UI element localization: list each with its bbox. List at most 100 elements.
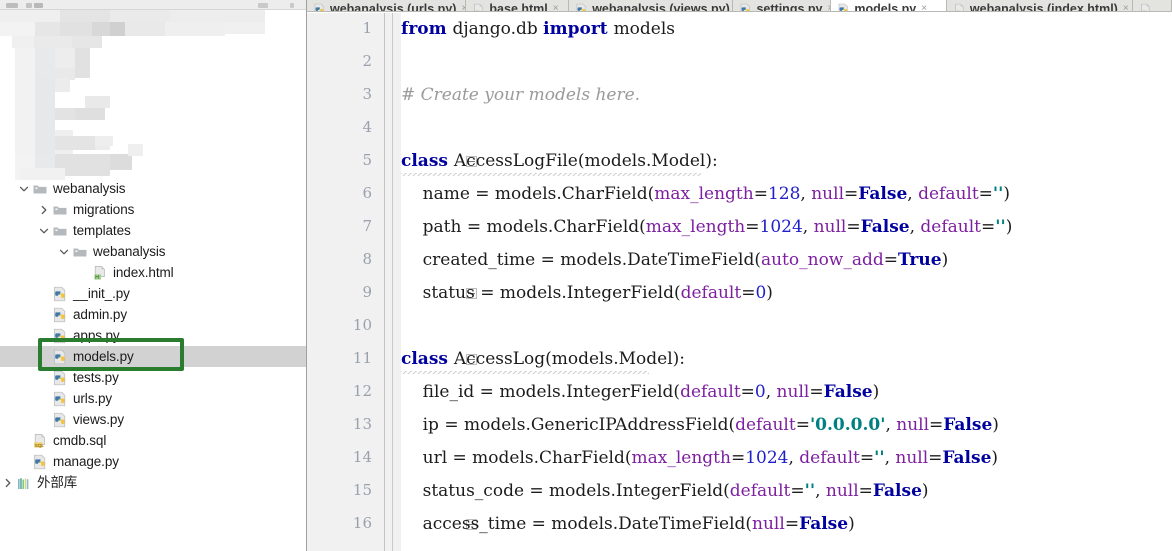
- tree-item-models-py[interactable]: models.py: [0, 346, 306, 367]
- blur-block: [55, 48, 75, 68]
- code-token: ,: [884, 448, 896, 468]
- tree-item-apps-py[interactable]: apps.py: [0, 325, 306, 346]
- tree-item-webanalysis[interactable]: webanalysis: [0, 178, 306, 199]
- tab-models-py[interactable]: models.py ×: [831, 0, 947, 12]
- folder-icon: [72, 244, 88, 260]
- tree-item-init-py[interactable]: __init_.py: [0, 283, 306, 304]
- blur-block: [34, 36, 72, 48]
- line-number: 15: [352, 481, 372, 499]
- code-line[interactable]: ip = models.GenericIPAddressField(defaul…: [401, 409, 999, 442]
- tree-item-urls-py[interactable]: urls.py: [0, 388, 306, 409]
- blur-block: [75, 108, 105, 120]
- toolbar-icon-2[interactable]: [26, 3, 32, 8]
- project-file-tree[interactable]: webanalysis migrations templates webanalysi…: [0, 178, 306, 493]
- code-token: max_length: [645, 217, 746, 237]
- code-token: # Create your models here.: [401, 85, 641, 105]
- code-token: =: [740, 382, 755, 402]
- line-number: 8: [362, 250, 372, 268]
- tab-views-py[interactable]: webanalysis (views.py)×: [569, 0, 734, 11]
- blur-block: [225, 22, 265, 34]
- tab-urls-py[interactable]: webanalysis (urls.py)×: [307, 0, 467, 11]
- toolbar-icon-5[interactable]: [290, 3, 294, 8]
- chevron-right-icon[interactable]: [2, 477, 14, 489]
- code-token: ): [1005, 217, 1013, 237]
- close-icon[interactable]: ×: [921, 3, 927, 12]
- sql-file-icon: SQL: [32, 433, 48, 449]
- code-line[interactable]: access_time = models.DateTimeField(null=…: [401, 508, 855, 541]
- code-token: null: [896, 415, 930, 435]
- tab-overflow[interactable]: H: [1133, 0, 1172, 11]
- close-icon[interactable]: ×: [1123, 3, 1129, 12]
- toolbar-icon-3[interactable]: [34, 3, 43, 8]
- code-text[interactable]: from django.db import models # Create you…: [401, 13, 1172, 551]
- tree-item-label: index.html: [113, 265, 174, 280]
- tree-item-migrations[interactable]: migrations: [0, 199, 306, 220]
- code-area[interactable]: 1 2 3 4 5 6 7 8 9 10 11 12 13 14 15 16 from django.db i…: [307, 13, 1172, 551]
- code-line[interactable]: url = models.CharField(max_length=1024, …: [401, 442, 998, 475]
- code-token: ,: [907, 184, 919, 204]
- code-line[interactable]: name = models.CharField(max_length=128, …: [401, 178, 1010, 211]
- code-line[interactable]: file_id = models.IntegerField(default=0,…: [401, 376, 880, 409]
- code-token: =: [790, 481, 805, 501]
- code-token: False: [872, 481, 922, 501]
- tree-item-manage-py[interactable]: manage.py: [0, 451, 306, 472]
- tree-item-external-libraries[interactable]: 外部库: [0, 472, 306, 493]
- code-token: =: [928, 448, 943, 468]
- chevron-down-icon[interactable]: [18, 183, 30, 195]
- code-token: '': [874, 448, 885, 468]
- code-token: path = models.CharField(: [401, 217, 646, 237]
- chevron-right-icon[interactable]: [38, 204, 50, 216]
- blur-block: [75, 48, 90, 78]
- tree-item-label: views.py: [73, 412, 124, 427]
- close-icon[interactable]: ×: [553, 3, 559, 12]
- blur-block: [55, 136, 95, 150]
- tree-item-label: admin.py: [73, 307, 127, 322]
- code-line[interactable]: path = models.CharField(max_length=1024,…: [401, 211, 1013, 244]
- editor-tab-bar[interactable]: webanalysis (urls.py)×Hbase.html×webanal…: [307, 0, 1172, 12]
- tree-item-templates-webanalysis[interactable]: webanalysis: [0, 241, 306, 262]
- code-line[interactable]: created_time = models.DateTimeField(auto…: [401, 244, 949, 277]
- code-token: ): [848, 514, 855, 534]
- tree-item-cmdb-sql[interactable]: SQL cmdb.sql: [0, 430, 306, 451]
- code-line[interactable]: status_code = models.IntegerField(defaul…: [401, 475, 929, 508]
- code-line[interactable]: # Create your models here.: [401, 79, 640, 112]
- code-token: =: [745, 217, 760, 237]
- tree-arrow-placeholder: [38, 330, 50, 342]
- blur-block: [110, 22, 125, 36]
- code-token: django.db: [452, 19, 544, 39]
- fold-guide-line: [392, 13, 393, 551]
- toolbar-icon-1[interactable]: [6, 3, 18, 8]
- tree-arrow-placeholder: [38, 351, 50, 363]
- tab-index-html[interactable]: Hwebanalysis (index.html) ×: [947, 0, 1133, 11]
- tab-base-html[interactable]: Hbase.html ×: [466, 0, 570, 12]
- blur-block: [60, 22, 92, 36]
- chevron-down-icon[interactable]: [58, 246, 70, 258]
- code-token: auto_now_add: [760, 250, 884, 270]
- python-file-icon: [52, 370, 68, 386]
- code-token: ): [992, 415, 999, 435]
- code-token: from: [401, 19, 453, 39]
- python-file-icon: [575, 0, 588, 11]
- code-token: False: [860, 217, 910, 237]
- code-line[interactable]: status = models.IntegerField(default=0): [401, 277, 773, 310]
- tab-settings-py[interactable]: settings.py×: [733, 0, 832, 11]
- tree-item-views-py[interactable]: views.py: [0, 409, 306, 430]
- toolbar-icon-4[interactable]: [258, 3, 268, 8]
- code-token: created_time = models.DateTimeField(: [401, 250, 761, 270]
- tree-item-label: migrations: [73, 202, 135, 217]
- project-toolbar[interactable]: [0, 0, 306, 10]
- chevron-down-icon[interactable]: [38, 225, 50, 237]
- tree-item-templates[interactable]: templates: [0, 220, 306, 241]
- code-folding-strip[interactable]: [385, 13, 477, 551]
- tree-item-tests-py[interactable]: tests.py: [0, 367, 306, 388]
- tree-item-index-html[interactable]: Hindex.html: [0, 262, 306, 283]
- code-editor-pane: webanalysis (urls.py)×Hbase.html×webanal…: [307, 0, 1172, 551]
- code-token: =: [981, 217, 996, 237]
- code-line[interactable]: from django.db import models: [401, 13, 675, 46]
- code-token: access_time = models.DateTimeField(: [401, 514, 753, 534]
- blur-block: [92, 22, 110, 36]
- tree-item-label: apps.py: [73, 328, 120, 343]
- python-file-icon: [52, 391, 68, 407]
- tree-item-admin-py[interactable]: admin.py: [0, 304, 306, 325]
- code-token: class: [401, 349, 454, 369]
